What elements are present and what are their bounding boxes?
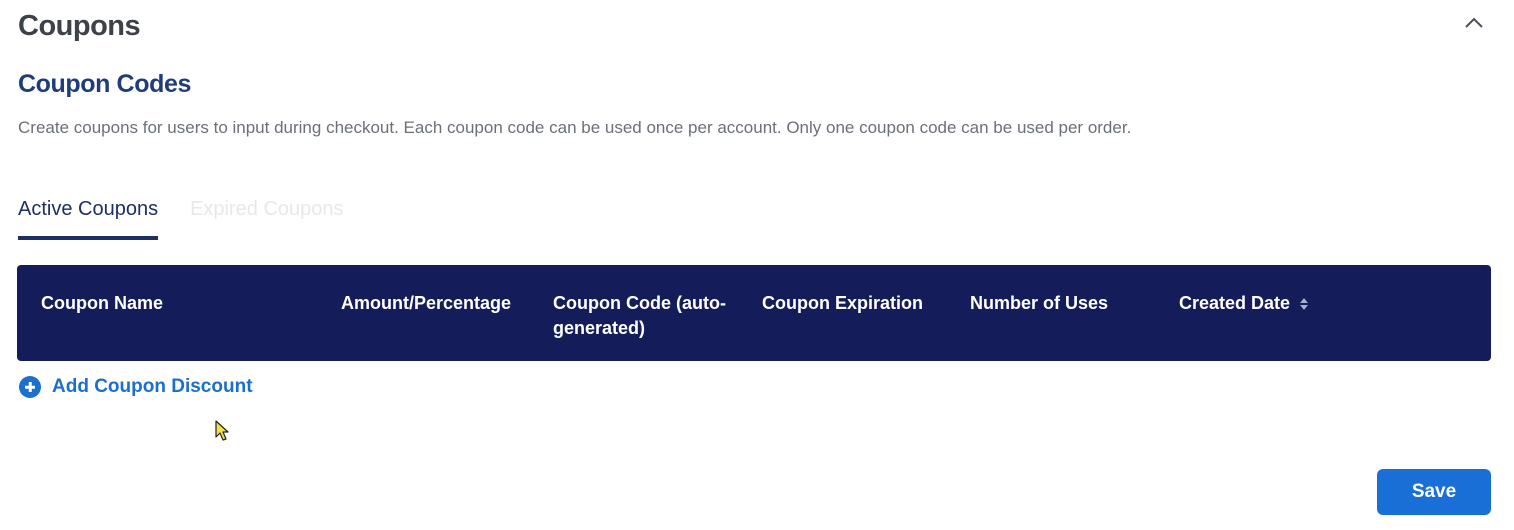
- coupons-table-header: Coupon Name Amount/Percentage Coupon Cod…: [17, 265, 1491, 361]
- add-coupon-label: Add Coupon Discount: [52, 376, 253, 397]
- column-header-coupon-name: Coupon Name: [41, 293, 164, 313]
- column-header-number-of-uses: Number of Uses: [970, 293, 1109, 313]
- add-coupon-discount-link[interactable]: Add Coupon Discount: [19, 376, 253, 398]
- column-header-coupon-code: Coupon Code (auto-generated): [553, 293, 726, 338]
- collapse-button[interactable]: [1460, 10, 1488, 34]
- tab-active-coupons[interactable]: Active Coupons: [18, 196, 159, 240]
- tab-expired-coupons[interactable]: Expired Coupons: [190, 196, 343, 240]
- plus-circle-icon: [19, 376, 41, 398]
- chevron-up-icon: [1465, 17, 1483, 28]
- column-header-amount-percentage: Amount/Percentage: [341, 293, 512, 313]
- coupon-codes-description: Create coupons for users to input during…: [18, 118, 1132, 137]
- mouse-cursor-icon: [215, 420, 229, 441]
- coupon-tabs: Active Coupons Expired Coupons: [18, 196, 376, 240]
- save-button[interactable]: Save: [1377, 469, 1491, 515]
- column-header-coupon-expiration: Coupon Expiration: [762, 293, 923, 313]
- sort-icon[interactable]: [1300, 297, 1309, 310]
- created-date-label: Created Date: [1179, 293, 1291, 313]
- column-header-created-date[interactable]: Created Date: [1179, 291, 1309, 316]
- section-title: Coupons: [18, 10, 141, 42]
- coupon-codes-title: Coupon Codes: [18, 70, 191, 98]
- coupons-section-header: Coupons: [18, 6, 1496, 46]
